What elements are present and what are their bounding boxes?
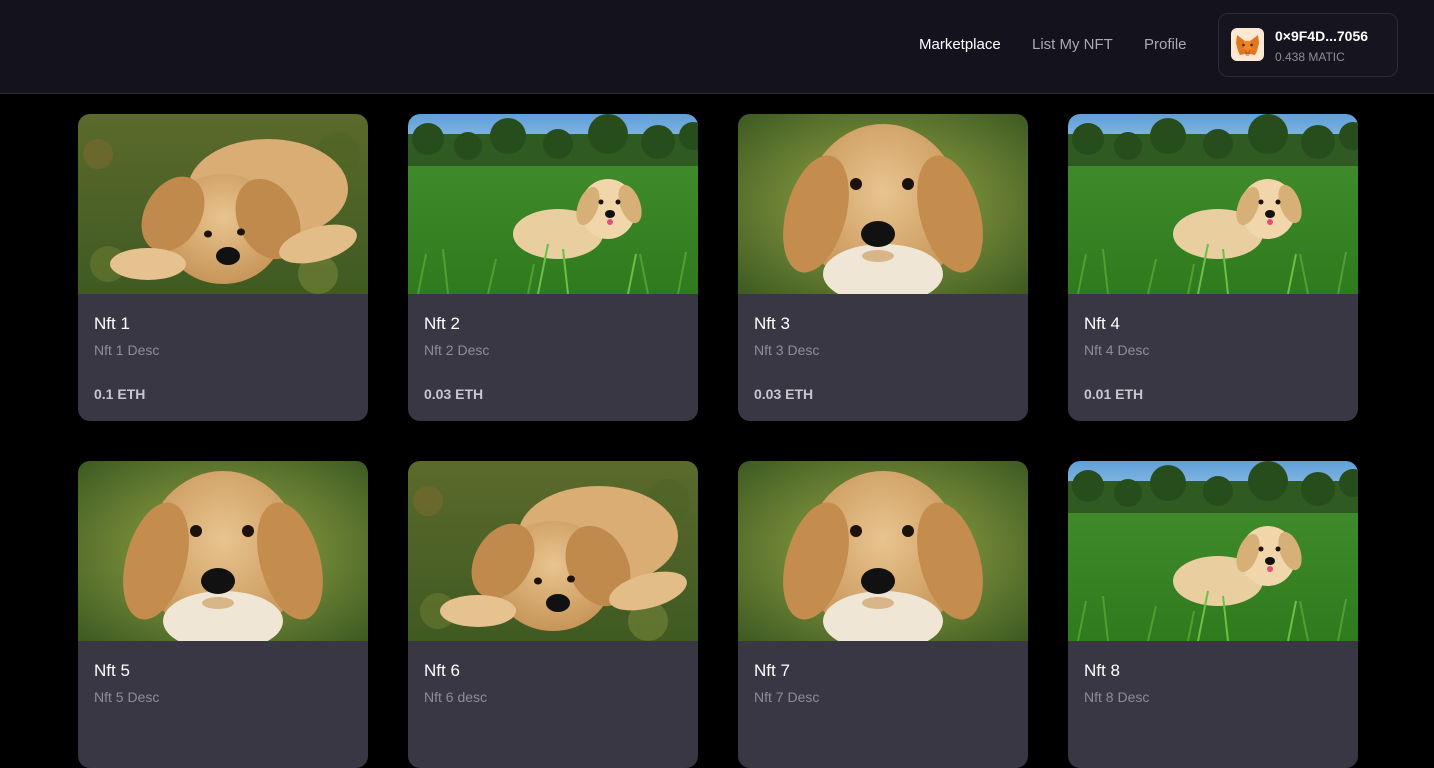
nft-description: Nft 2 Desc (424, 342, 490, 358)
nft-title: Nft 6 (424, 661, 460, 680)
nft-card[interactable]: Nft 3 Nft 3 Desc 0.03 ETH (738, 114, 1028, 421)
nft-title: Nft 1 (94, 314, 130, 333)
wallet-button[interactable]: 0×9F4D...7056 0.438 MATIC (1218, 13, 1398, 77)
nft-image (1068, 461, 1358, 641)
nft-card[interactable]: Nft 1 Nft 1 Desc 0.1 ETH (78, 114, 368, 421)
nft-description: Nft 3 Desc (754, 342, 820, 358)
nft-title: Nft 8 (1084, 661, 1120, 680)
nft-image (738, 461, 1028, 641)
nft-price: 0.03 ETH (424, 386, 484, 402)
nft-price: 0.03 ETH (754, 386, 814, 402)
nft-card[interactable]: Nft 5 Nft 5 Desc (78, 461, 368, 768)
nft-title: Nft 3 (754, 314, 790, 333)
nft-price: 0.1 ETH (94, 386, 146, 402)
nft-title: Nft 2 (424, 314, 460, 333)
nft-title: Nft 7 (754, 661, 790, 680)
nft-description: Nft 4 Desc (1084, 342, 1150, 358)
nft-price: 0.01 ETH (1084, 386, 1144, 402)
nft-card[interactable]: Nft 4 Nft 4 Desc 0.01 ETH (1068, 114, 1358, 421)
nft-image (408, 461, 698, 641)
nft-card[interactable]: Nft 8 Nft 8 Desc (1068, 461, 1358, 768)
nft-description: Nft 5 Desc (94, 689, 160, 705)
nft-image (408, 114, 698, 294)
nft-title: Nft 5 (94, 661, 130, 680)
wallet-address: 0×9F4D...7056 (1275, 28, 1369, 44)
nav-marketplace[interactable]: Marketplace (919, 36, 1001, 54)
nft-description: Nft 7 Desc (754, 689, 820, 705)
nft-description: Nft 1 Desc (94, 342, 160, 358)
wallet-balance: 0.438 MATIC (1275, 50, 1345, 64)
nft-description: Nft 6 desc (424, 689, 488, 705)
nft-image (78, 114, 368, 294)
nft-image (738, 114, 1028, 294)
nft-description: Nft 8 Desc (1084, 689, 1150, 705)
metamask-fox-icon (1231, 28, 1264, 61)
nft-card[interactable]: Nft 2 Nft 2 Desc 0.03 ETH (408, 114, 698, 421)
nav-profile[interactable]: Profile (1144, 36, 1187, 54)
top-navigation-bar: Marketplace List My NFT Profile 0×9F4D..… (0, 0, 1434, 94)
nft-image (78, 461, 368, 641)
nav-list-my-nft[interactable]: List My NFT (1032, 36, 1113, 54)
nft-image (1068, 114, 1358, 294)
nft-card[interactable]: Nft 7 Nft 7 Desc (738, 461, 1028, 768)
nft-card[interactable]: Nft 6 Nft 6 desc (408, 461, 698, 768)
nft-title: Nft 4 (1084, 314, 1120, 333)
